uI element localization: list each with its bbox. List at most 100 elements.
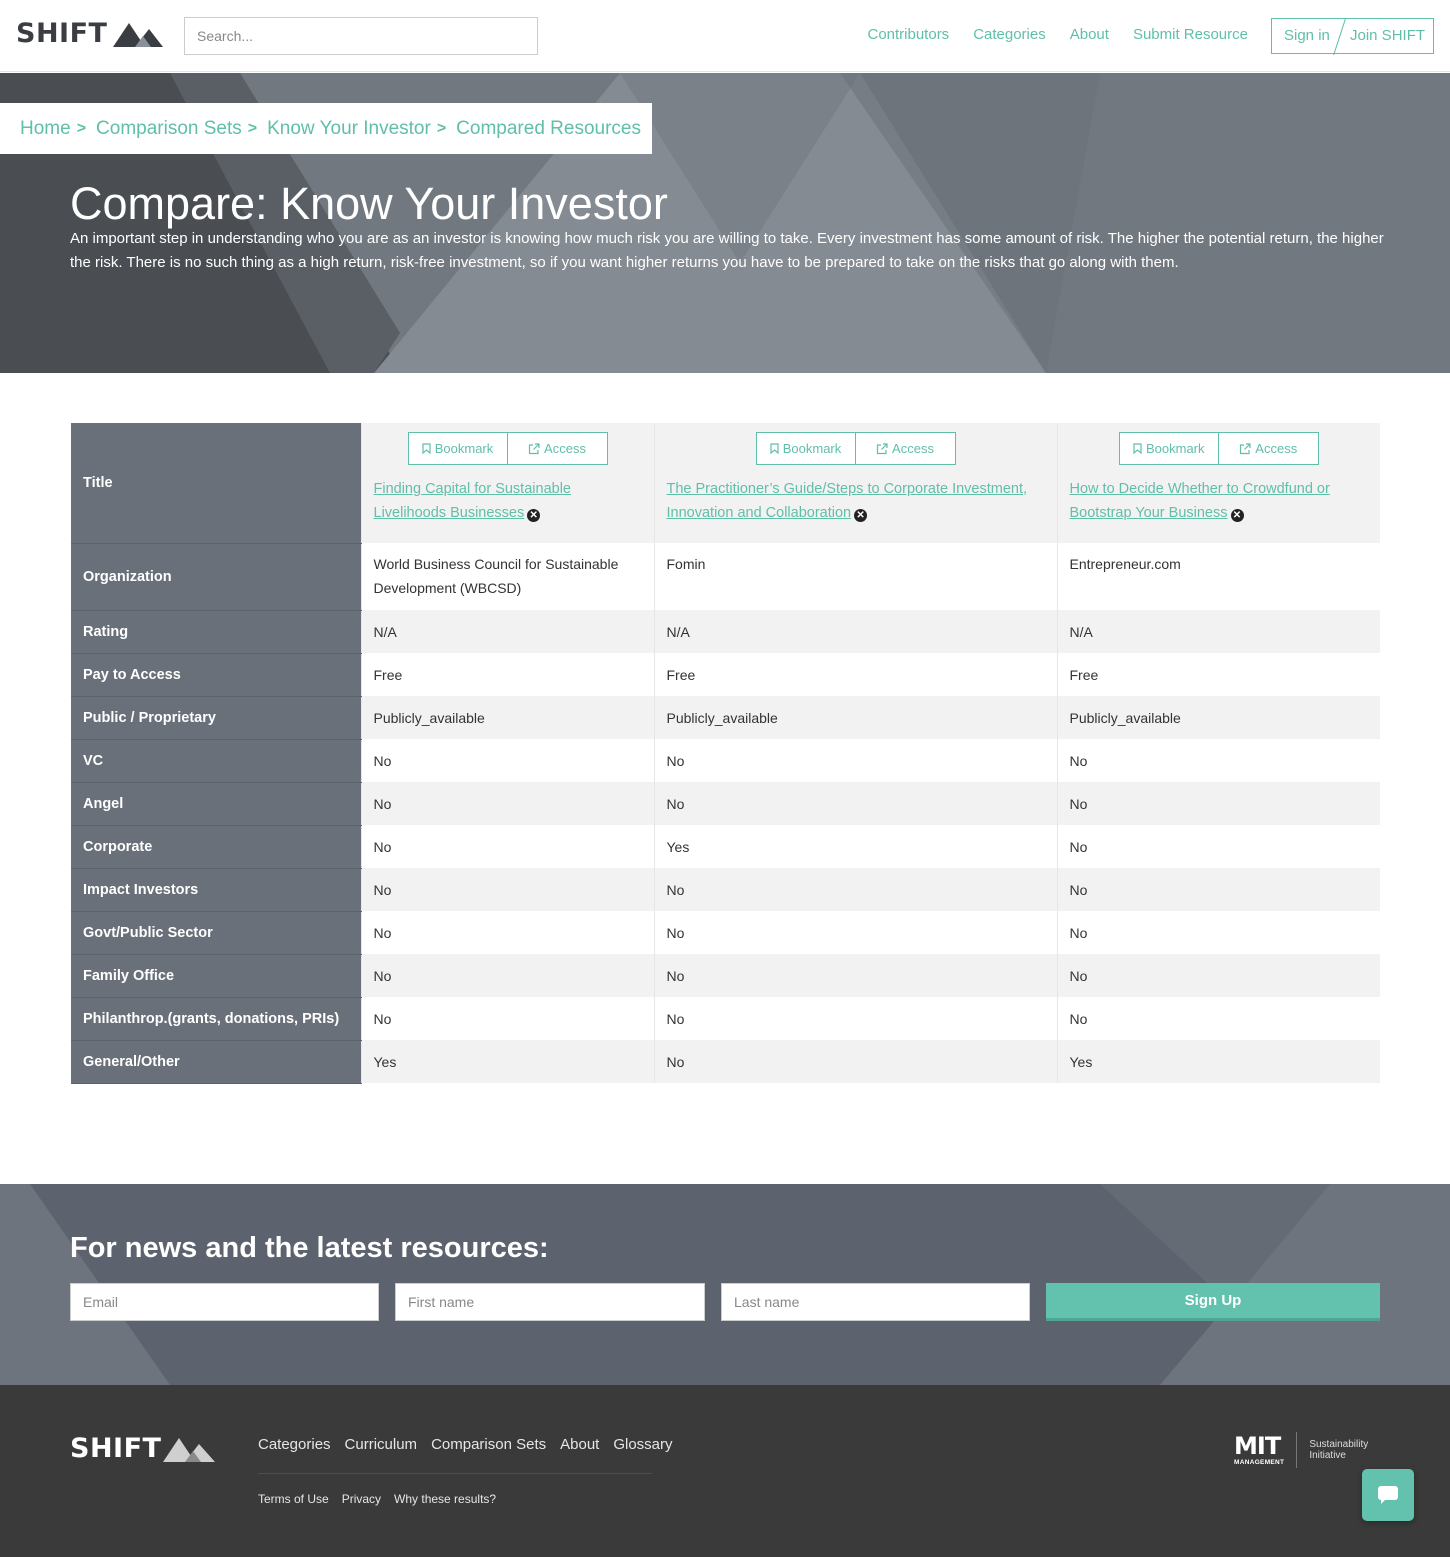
resource-title-link[interactable]: How to Decide Whether to Crowdfund or Bo… [1070,477,1369,525]
mit-sloan-logo[interactable]: MIT MANAGEMENT Sustainability Initiative [1234,1432,1368,1468]
table-cell: Free [360,653,654,696]
footer-link-curriculum[interactable]: Curriculum [345,1436,418,1453]
mountain-logo-icon [163,1437,216,1462]
row-label: Angel [71,782,361,826]
footer-divider [258,1473,652,1474]
bookmark-button[interactable]: Bookmark [755,432,856,465]
mit-divider [1296,1432,1298,1468]
table-cell: No [1056,911,1380,954]
table-row-general: General/Other Yes No Yes [71,1040,1380,1084]
table-cell: No [360,954,654,997]
external-link-icon [528,442,540,454]
table-cell: Bookmark Access Finding Capital for Sustai… [360,423,654,543]
comparison-table: Title Bookmark Access Finding Capital for S… [71,423,1380,1084]
mit-sub: MANAGEMENT [1234,1458,1285,1466]
table-cell: No [1056,997,1380,1040]
row-label: Rating [71,610,361,654]
footer: SHIFT Categories Curriculum Comparison S… [0,1385,1450,1557]
table-cell: No [360,825,654,868]
breadcrumb-know-your-investor[interactable]: Know Your Investor [267,118,431,140]
nav-about[interactable]: About [1070,26,1109,43]
access-button[interactable]: Access [855,432,956,465]
nav-categories[interactable]: Categories [973,26,1046,43]
mit-wordmark: MIT MANAGEMENT [1234,1431,1285,1466]
breadcrumb-home[interactable]: Home [20,118,71,140]
table-cell: World Business Council for Sustainable D… [360,543,654,610]
nav-submit-resource[interactable]: Submit Resource [1133,26,1248,43]
remove-circle-icon[interactable]: ✕ [1230,509,1244,522]
search-input[interactable] [184,17,538,55]
table-cell: No [1056,782,1380,825]
table-row-family: Family Office No No No [71,954,1380,998]
sign-up-button[interactable]: Sign Up [1046,1283,1380,1321]
row-label: Impact Investors [71,868,361,912]
footer-logo-text: SHIFT [70,1433,162,1464]
nav-contributors[interactable]: Contributors [867,26,949,43]
breadcrumb-comparison-sets[interactable]: Comparison Sets [96,118,242,140]
chat-button[interactable] [1362,1469,1414,1521]
resource-title-link[interactable]: Finding Capital for Sustainable Liveliho… [374,477,642,525]
table-row-govt: Govt/Public Sector No No No [71,911,1380,955]
breadcrumb-separator: > [76,119,87,137]
table-row-pay: Pay to Access Free Free Free [71,653,1380,697]
footer-link-glossary[interactable]: Glossary [613,1436,672,1453]
breadcrumb: Home > Comparison Sets > Know Your Inves… [0,103,652,154]
remove-circle-icon[interactable]: ✕ [854,509,868,522]
access-label: Access [892,441,934,456]
mit-word: MIT [1234,1431,1281,1460]
resource-actions: Bookmark Access [667,432,1045,465]
table-cell: Publicly_available [360,696,654,739]
resource-title-link[interactable]: The Practitioner’s Guide/Steps to Corpor… [667,477,1045,525]
breadcrumb-compared-resources[interactable]: Compared Resources [456,118,641,140]
table-row-corporate: Corporate No Yes No [71,825,1380,869]
breadcrumb-separator: > [436,119,447,137]
table-cell: Publicly_available [653,696,1057,739]
resource-title: Finding Capital for Sustainable Liveliho… [373,481,571,521]
access-button[interactable]: Access [507,432,608,465]
table-cell: No [653,739,1057,782]
email-field[interactable] [70,1283,379,1321]
table-cell: No [1056,954,1380,997]
footer-link-why-these-results[interactable]: Why these results? [394,1492,496,1506]
footer-link-categories[interactable]: Categories [258,1436,331,1453]
table-row-impact: Impact Investors No No No [71,868,1380,912]
footer-logo[interactable]: SHIFT [70,1433,216,1464]
bookmark-button[interactable]: Bookmark [407,432,508,465]
table-row-philanthrop: Philanthrop.(grants, donations, PRIs) No N… [71,997,1380,1041]
footer-legal-links: Terms of Use Privacy Why these results? [258,1492,496,1506]
footer-links: Categories Curriculum Comparison Sets Ab… [258,1436,673,1453]
table-row-public: Public / Proprietary Publicly_available Pu… [71,696,1380,740]
footer-link-about[interactable]: About [560,1436,599,1453]
table-cell: Entrepreneur.com [1056,543,1380,610]
table-cell: N/A [653,610,1057,653]
table-cell: No [360,997,654,1040]
remove-circle-icon[interactable]: ✕ [527,509,541,522]
bookmark-button[interactable]: Bookmark [1118,432,1219,465]
access-label: Access [544,441,586,456]
first-name-field[interactable] [395,1283,705,1321]
join-shift-link[interactable]: Join SHIFT [1350,27,1425,44]
sign-in-link[interactable]: Sign in [1284,27,1330,44]
access-button[interactable]: Access [1218,432,1319,465]
footer-link-terms[interactable]: Terms of Use [258,1492,329,1506]
table-cell: No [653,868,1057,911]
table-cell: Yes [1056,1040,1380,1083]
table-cell: N/A [1056,610,1380,653]
row-label: Govt/Public Sector [71,911,361,955]
table-cell: No [360,911,654,954]
table-cell: Bookmark Access How to Decide Whether to C… [1056,423,1380,543]
shift-logo[interactable]: SHIFT [16,18,164,49]
mit-initiative: Sustainability Initiative [1309,1439,1368,1461]
table-cell: No [1056,868,1380,911]
footer-link-privacy[interactable]: Privacy [342,1492,381,1506]
last-name-field[interactable] [721,1283,1030,1321]
table-cell: Fomin [653,543,1057,610]
mountain-logo-icon [113,22,164,47]
hero-banner: Home > Comparison Sets > Know Your Inves… [0,73,1450,373]
page-title: Compare: Know Your Investor [70,178,668,229]
footer-link-comparison-sets[interactable]: Comparison Sets [431,1436,546,1453]
table-cell: No [1056,825,1380,868]
table-cell: No [360,868,654,911]
logo-text: SHIFT [16,18,108,49]
row-label: Title [71,423,361,544]
